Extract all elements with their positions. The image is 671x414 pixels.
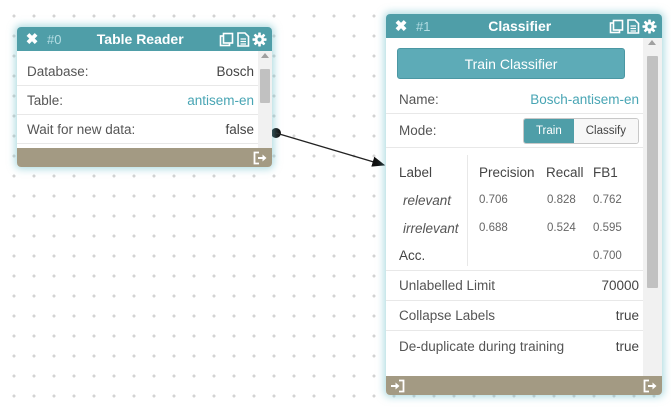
field-value[interactable]: Bosch — [216, 64, 254, 79]
table-reader-footer — [17, 148, 272, 167]
field-label: Unlabelled Limit — [399, 278, 496, 293]
field-value[interactable]: true — [616, 308, 639, 323]
connection-line[interactable] — [275, 132, 386, 167]
field-value[interactable]: true — [616, 339, 639, 354]
database-field[interactable]: Database: Bosch — [17, 57, 258, 86]
field-value[interactable]: false — [225, 122, 254, 137]
node-title: Classifier — [488, 18, 552, 34]
output-port-icon[interactable] — [253, 151, 268, 165]
scroll-thumb[interactable] — [260, 69, 270, 103]
field-value[interactable]: antisem-en — [187, 93, 254, 108]
train-classifier-button[interactable]: Train Classifier — [397, 48, 625, 79]
gear-icon[interactable] — [252, 31, 267, 47]
field-label: Collapse Labels — [399, 308, 496, 323]
classifier-header[interactable]: ✖ #1 Classifier — [386, 14, 662, 38]
field-label: De-duplicate during training — [399, 338, 565, 354]
classifier-node[interactable]: ✖ #1 Classifier Train Classifier Name: B… — [386, 14, 662, 395]
node-id: #1 — [416, 18, 431, 34]
gear-icon[interactable] — [642, 18, 657, 34]
table-reader-node[interactable]: ✖ #0 Table Reader Database: Bosch Table:… — [17, 27, 272, 167]
metrics-row-label: relevant — [403, 193, 452, 208]
metrics-header-recall: Recall — [546, 165, 584, 180]
field-label: Table: — [27, 92, 64, 108]
metrics-recall: 0.828 — [547, 194, 576, 206]
metrics-header-fb1: FB1 — [593, 165, 618, 180]
scroll-up-arrow[interactable] — [648, 40, 656, 45]
close-icon[interactable]: ✖ — [392, 17, 410, 35]
name-field[interactable]: Name: Bosch-antisem-en — [386, 85, 643, 114]
field-value[interactable]: 70000 — [601, 278, 639, 293]
mode-label: Mode: — [399, 123, 437, 138]
node-id: #0 — [47, 31, 62, 47]
deduplicate-field[interactable]: De-duplicate during training true — [386, 331, 643, 361]
scroll-thumb[interactable] — [647, 56, 658, 288]
scrollbar[interactable] — [258, 51, 272, 148]
copy-icon[interactable] — [219, 32, 234, 47]
document-icon[interactable] — [236, 31, 250, 47]
document-icon[interactable] — [626, 18, 640, 34]
name-label: Name: — [399, 91, 439, 107]
scrollbar[interactable] — [643, 38, 662, 376]
metrics-row-label: irrelevant — [403, 221, 459, 236]
metrics-acc-label: Acc. — [399, 248, 426, 263]
metrics-precision: 0.706 — [479, 194, 508, 206]
metrics-fb1: 0.762 — [593, 194, 622, 206]
wait-for-new-data-field[interactable]: Wait for new data: false — [17, 115, 258, 144]
mode-classify-button[interactable]: Classify — [573, 118, 638, 143]
output-port-icon[interactable] — [643, 379, 658, 393]
copy-icon[interactable] — [609, 19, 624, 34]
field-label: Wait for new data: — [27, 121, 136, 137]
metrics-fb1: 0.595 — [593, 222, 622, 234]
metrics-acc-value: 0.700 — [593, 250, 622, 262]
classifier-footer — [386, 376, 662, 395]
scroll-up-arrow[interactable] — [261, 53, 269, 58]
classifier-body: Train Classifier Name: Bosch-antisem-en … — [386, 38, 643, 376]
table-reader-body: Database: Bosch Table: antisem-en Wait f… — [17, 57, 258, 148]
node-title: Table Reader — [96, 31, 184, 47]
mode-train-button[interactable]: Train — [523, 118, 574, 143]
input-port-icon[interactable] — [390, 379, 405, 393]
metrics-divider — [467, 155, 468, 266]
field-label: Database: — [27, 63, 89, 79]
table-field[interactable]: Table: antisem-en — [17, 86, 258, 115]
table-reader-header[interactable]: ✖ #0 Table Reader — [17, 27, 272, 51]
unlabelled-limit-field[interactable]: Unlabelled Limit 70000 — [386, 271, 643, 301]
metrics-header-precision: Precision — [479, 165, 535, 180]
metrics-precision: 0.688 — [479, 222, 508, 234]
collapse-labels-field[interactable]: Collapse Labels true — [386, 301, 643, 331]
close-icon[interactable]: ✖ — [23, 30, 41, 48]
name-value[interactable]: Bosch-antisem-en — [530, 92, 639, 107]
mode-field: Mode: Train Classify — [386, 114, 643, 148]
mode-toggle[interactable]: Train Classify — [522, 117, 639, 144]
metrics-recall: 0.524 — [547, 222, 576, 234]
metrics-header-label: Label — [399, 165, 433, 180]
metrics-table: Label Precision Recall FB1 relevant 0.70… — [386, 148, 643, 271]
